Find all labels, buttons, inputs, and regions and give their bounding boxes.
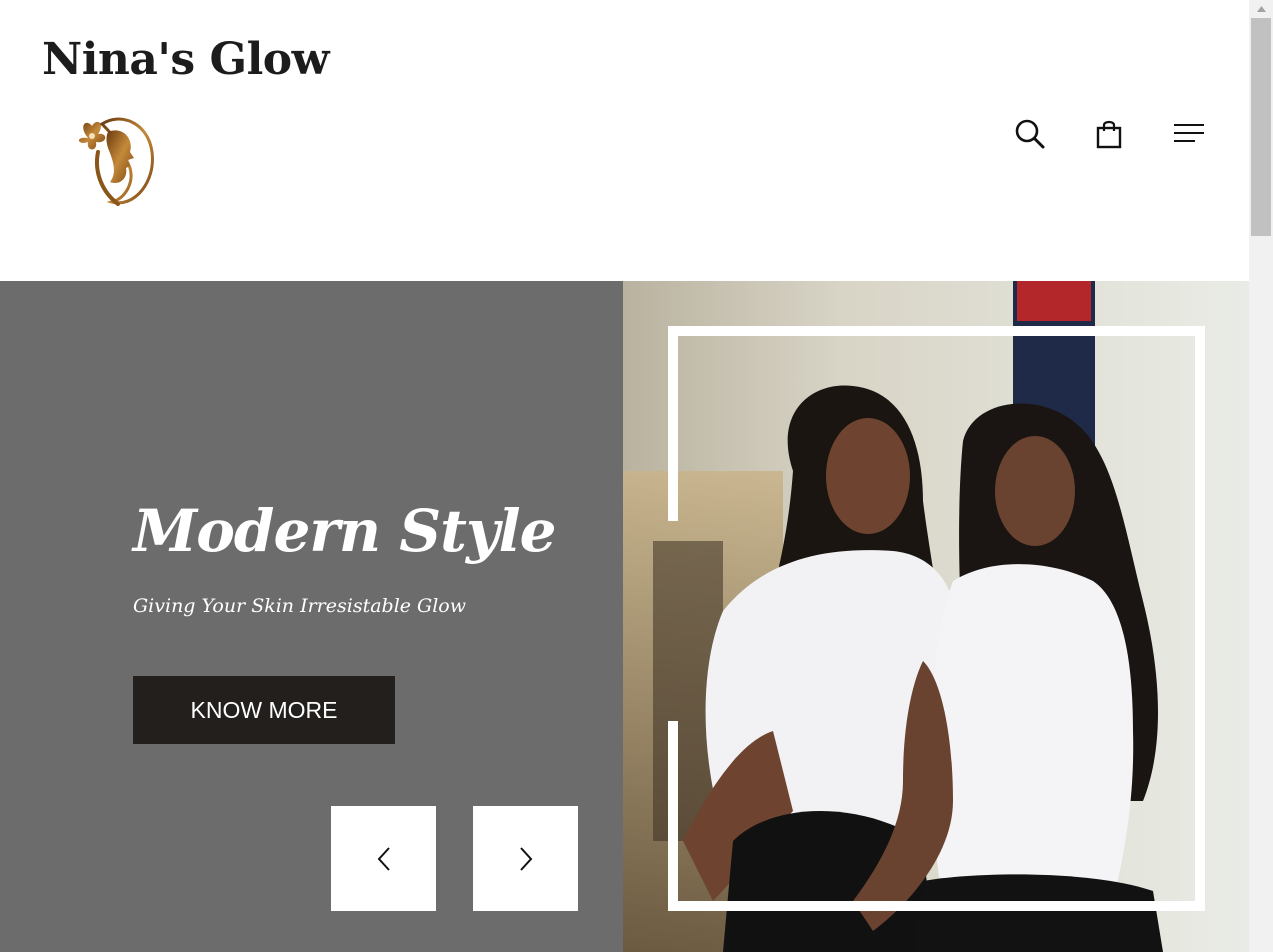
shopping-bag-icon — [1096, 120, 1122, 149]
hero-slider: Modern Style Giving Your Skin Irresistab… — [0, 281, 1249, 952]
hamburger-menu-icon — [1174, 124, 1204, 142]
hero-image — [623, 281, 1249, 952]
hero-text-panel: Modern Style Giving Your Skin Irresistab… — [0, 281, 623, 952]
know-more-button[interactable]: KNOW MORE — [133, 676, 395, 744]
chevron-right-icon — [519, 846, 532, 871]
search-icon — [1015, 119, 1045, 149]
slider-prev-button[interactable] — [331, 806, 436, 911]
search-button[interactable] — [1010, 114, 1050, 154]
page-scrollbar[interactable] — [1249, 0, 1273, 952]
triangle-up-icon — [1256, 5, 1266, 12]
brand-title[interactable]: Nina's Glow — [42, 34, 330, 85]
slider-next-button[interactable] — [473, 806, 578, 911]
cart-button[interactable] — [1089, 114, 1129, 154]
chevron-left-icon — [377, 846, 390, 871]
hero-subtitle: Giving Your Skin Irresistable Glow — [133, 595, 467, 617]
menu-button[interactable] — [1169, 114, 1209, 154]
brand-logo[interactable] — [68, 112, 160, 210]
hero-title: Modern Style — [133, 497, 557, 565]
scroll-up-button[interactable] — [1249, 0, 1273, 17]
scroll-thumb[interactable] — [1251, 18, 1271, 236]
site-header: Nina's Glow — [0, 0, 1249, 281]
